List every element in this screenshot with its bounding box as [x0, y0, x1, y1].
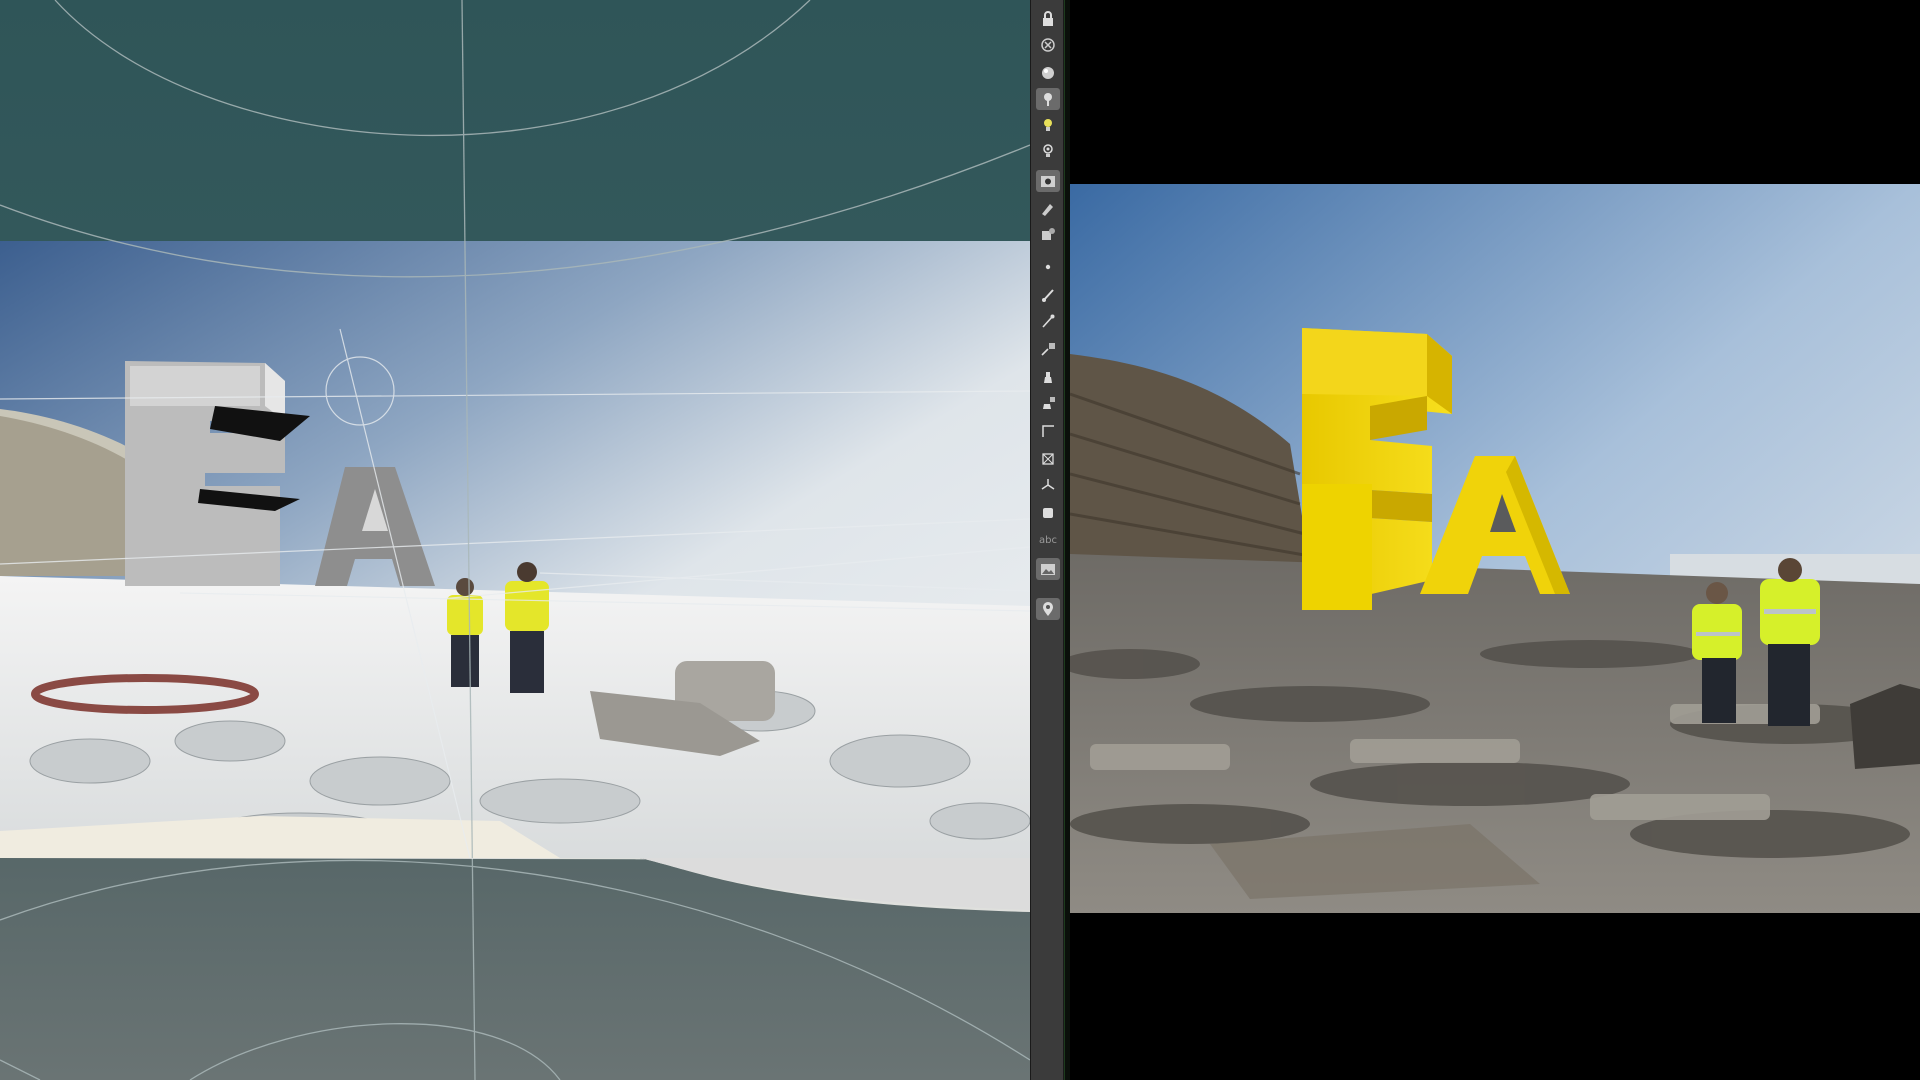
text-tool-label[interactable]: abc	[1031, 535, 1065, 546]
map-pin-icon[interactable]	[1036, 598, 1060, 620]
pen-tool-icon[interactable]	[1036, 198, 1060, 220]
render-view[interactable]	[1070, 0, 1920, 1080]
brush-icon[interactable]	[1036, 284, 1060, 306]
viewport-grid	[0, 0, 1030, 1080]
image-icon[interactable]	[1036, 558, 1060, 580]
light-target-icon[interactable]	[1036, 140, 1060, 162]
dot-icon[interactable]	[1036, 256, 1060, 278]
corner-icon[interactable]	[1036, 420, 1060, 442]
sphere-icon[interactable]	[1036, 62, 1060, 84]
axis-icon[interactable]	[1036, 474, 1060, 496]
3d-viewport[interactable]	[0, 0, 1030, 1080]
number-tool-icon[interactable]	[1036, 338, 1060, 360]
stamp-icon[interactable]	[1036, 366, 1060, 388]
transform-icon[interactable]	[1036, 448, 1060, 470]
pipette-icon[interactable]	[1036, 310, 1060, 332]
object-tool-icon[interactable]	[1036, 224, 1060, 246]
light-bulb-icon[interactable]	[1036, 114, 1060, 136]
close-circle-icon[interactable]	[1036, 34, 1060, 56]
number-stamp-icon[interactable]	[1036, 392, 1060, 414]
lock-icon[interactable]	[1036, 8, 1060, 30]
square-icon[interactable]	[1036, 502, 1060, 524]
render-frame	[1070, 184, 1920, 913]
tool-palette: abc	[1030, 0, 1064, 1080]
camera-view-icon[interactable]	[1036, 170, 1060, 192]
render-letter-e[interactable]	[1302, 328, 1452, 610]
pin-icon[interactable]	[1036, 88, 1060, 110]
